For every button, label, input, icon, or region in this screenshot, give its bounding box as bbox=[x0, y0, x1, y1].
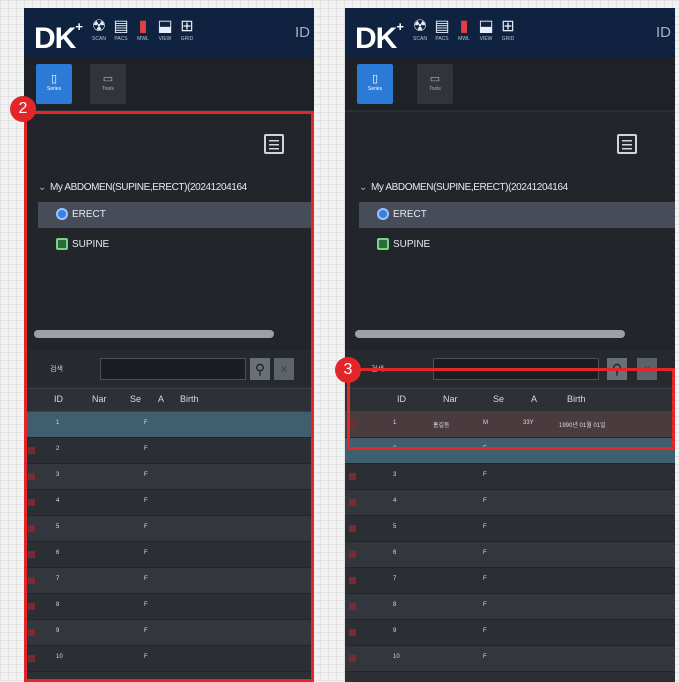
series-item-erect[interactable]: ERECT bbox=[359, 202, 675, 228]
tab-row: ▯ Series ▭ Tools bbox=[345, 58, 675, 110]
tab-tools[interactable]: ▭ Tools bbox=[417, 64, 453, 104]
scan-button[interactable]: ☢ SCAN bbox=[411, 18, 429, 43]
pacs-button[interactable]: ▤ PACS bbox=[112, 18, 130, 43]
list-icon: ▮ bbox=[138, 18, 148, 35]
row-marker bbox=[349, 525, 356, 532]
document-icon: ▤ bbox=[113, 18, 129, 35]
viewer-panel-right: DK+ ☢ SCAN ▤ PACS ▮ MWL ⬓ VIEW ⊞ GRID ID ▯ Ser… bbox=[345, 8, 675, 682]
series-icon: ▯ bbox=[50, 73, 58, 85]
pacs-button[interactable]: ▤ PACS bbox=[433, 18, 451, 43]
tab-tools[interactable]: ▭ Tools bbox=[90, 64, 126, 104]
row-marker bbox=[349, 603, 356, 610]
callout-badge-3: 3 bbox=[335, 357, 361, 383]
monitor-icon: ⬓ bbox=[478, 18, 494, 35]
mwl-button[interactable]: ▮ MWL bbox=[134, 18, 152, 43]
tab-series[interactable]: ▯ Series bbox=[357, 64, 393, 104]
view-button[interactable]: ⬓ VIEW bbox=[156, 18, 174, 43]
document-icon: ▤ bbox=[434, 18, 450, 35]
list-view-icon[interactable] bbox=[617, 134, 637, 154]
id-label: ID bbox=[656, 24, 671, 41]
row-marker bbox=[349, 629, 356, 636]
table-row[interactable]: 6F bbox=[345, 542, 675, 568]
series-item-supine[interactable]: SUPINE bbox=[359, 232, 675, 258]
info-icon bbox=[377, 208, 389, 220]
view-button[interactable]: ⬓ VIEW bbox=[477, 18, 495, 43]
table-row[interactable]: 4F bbox=[345, 490, 675, 516]
table-row[interactable]: 3F bbox=[345, 464, 675, 490]
tools-icon: ▭ bbox=[102, 73, 114, 85]
scan-button[interactable]: ☢ SCAN bbox=[90, 18, 108, 43]
horizontal-scrollbar[interactable] bbox=[355, 330, 625, 338]
id-label: ID bbox=[295, 24, 310, 41]
tab-series[interactable]: ▯ Series bbox=[36, 64, 72, 104]
table-row[interactable]: 10 F bbox=[345, 646, 675, 672]
table-row[interactable]: 7F bbox=[345, 568, 675, 594]
row-marker bbox=[349, 551, 356, 558]
callout-box-2 bbox=[24, 111, 314, 682]
radiation-icon: ☢ bbox=[91, 18, 107, 35]
row-marker bbox=[349, 499, 356, 506]
chevron-down-icon: ⌄ bbox=[359, 182, 367, 193]
list-icon: ▮ bbox=[459, 18, 469, 35]
radiation-icon: ☢ bbox=[412, 18, 428, 35]
study-tree-item[interactable]: ⌄ My ABDOMEN(SUPINE,ERECT)(20241204164 bbox=[359, 182, 675, 198]
grid-button[interactable]: ⊞ GRID bbox=[499, 18, 517, 43]
table-row[interactable]: 9F bbox=[345, 620, 675, 646]
app-logo: DK+ bbox=[355, 19, 404, 55]
monitor-icon: ⬓ bbox=[157, 18, 173, 35]
table-row[interactable]: 8F bbox=[345, 594, 675, 620]
callout-badge-2: 2 bbox=[10, 96, 36, 122]
row-marker bbox=[349, 577, 356, 584]
tab-row: ▯ Series ▭ Tools bbox=[24, 58, 314, 110]
grid-icon: ⊞ bbox=[180, 18, 194, 35]
top-toolbar: DK+ ☢ SCAN ▤ PACS ▮ MWL ⬓ VIEW ⊞ GRID ID bbox=[24, 8, 314, 58]
tools-icon: ▭ bbox=[429, 73, 441, 85]
table-row[interactable]: 5F bbox=[345, 516, 675, 542]
row-marker bbox=[349, 655, 356, 662]
series-pane: ⌄ My ABDOMEN(SUPINE,ERECT)(20241204164 ER… bbox=[345, 112, 675, 350]
top-toolbar: DK+ ☢ SCAN ▤ PACS ▮ MWL ⬓ VIEW ⊞ GRID ID bbox=[345, 8, 675, 58]
mwl-button[interactable]: ▮ MWL bbox=[455, 18, 473, 43]
row-marker bbox=[349, 473, 356, 480]
callout-box-3 bbox=[347, 368, 675, 450]
app-logo: DK+ bbox=[34, 19, 83, 55]
grid-icon: ⊞ bbox=[501, 18, 515, 35]
film-icon bbox=[377, 238, 389, 250]
grid-button[interactable]: ⊞ GRID bbox=[178, 18, 196, 43]
series-icon: ▯ bbox=[371, 73, 379, 85]
